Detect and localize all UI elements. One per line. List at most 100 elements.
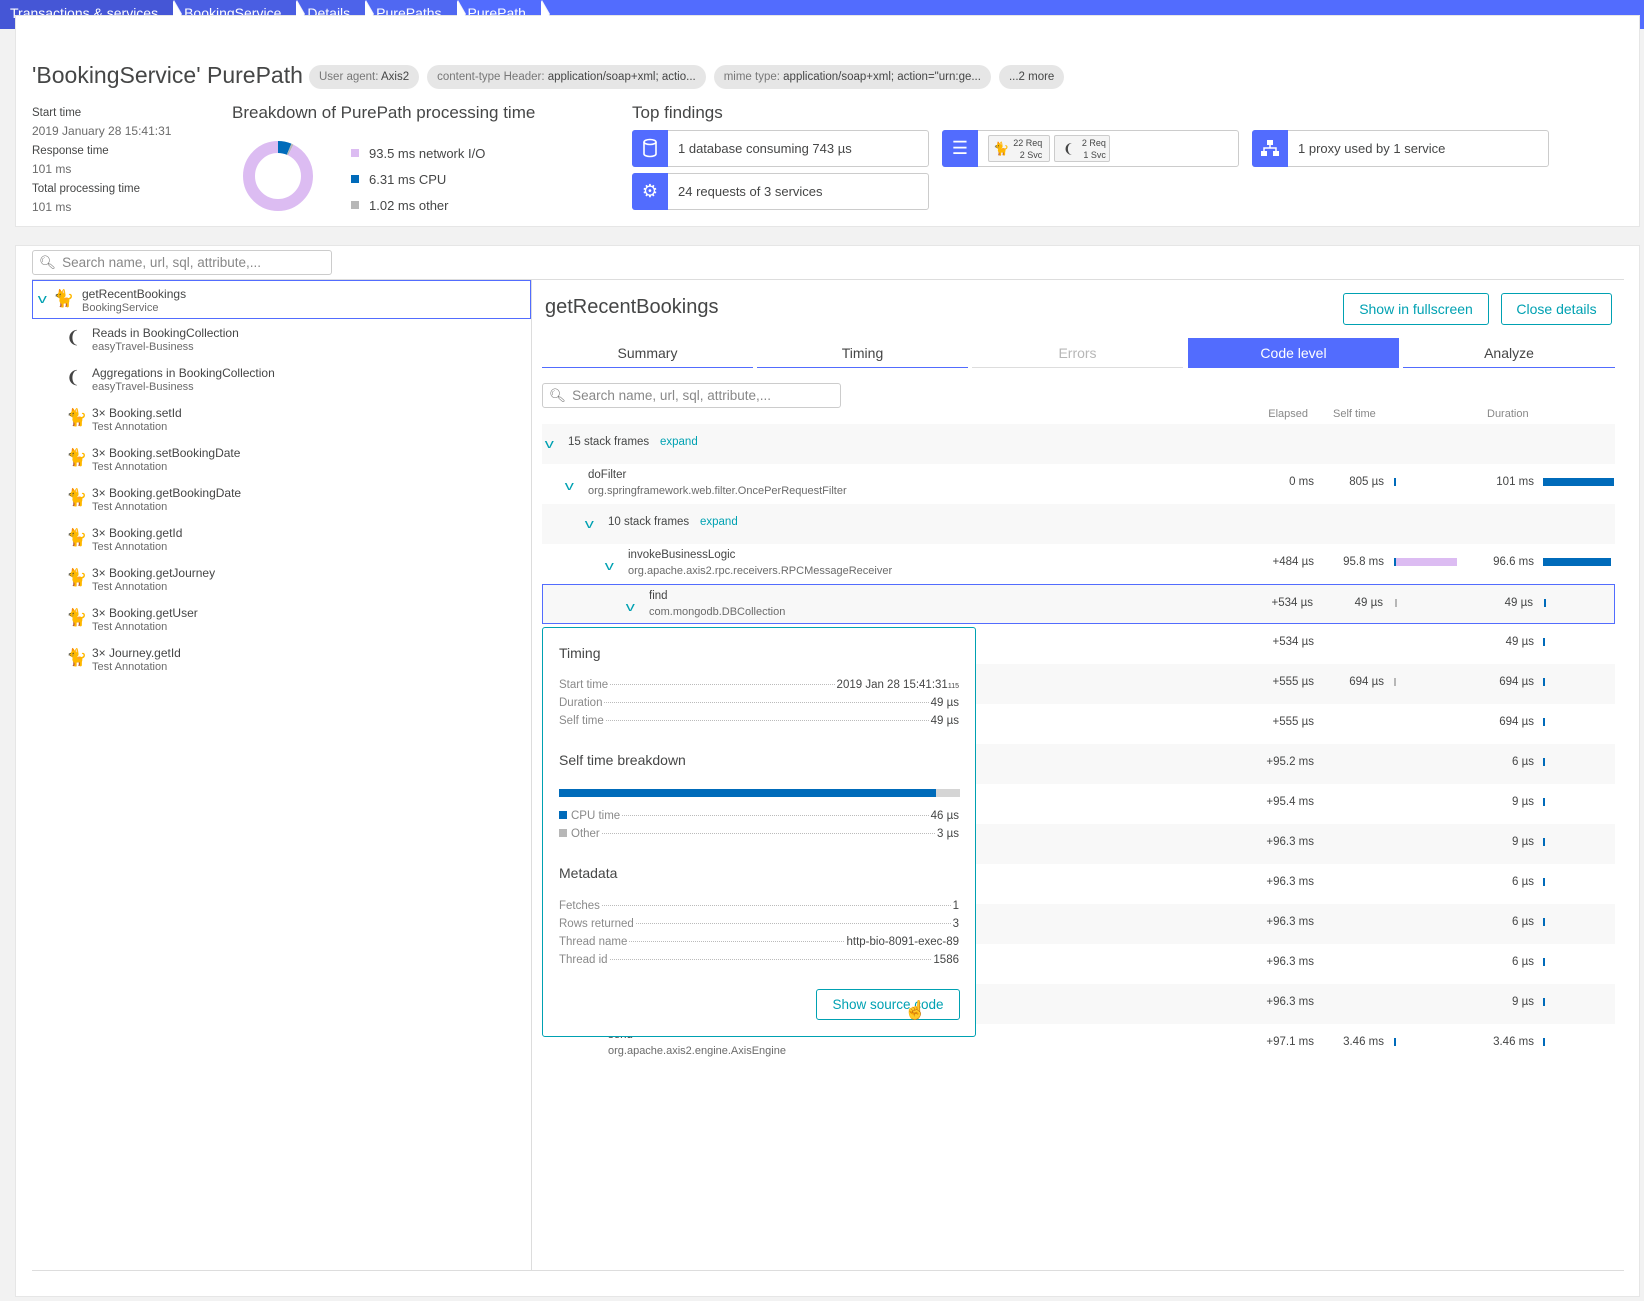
stack-frames-label: 10 stack frames (608, 516, 690, 528)
attribute-pill[interactable]: ...2 more (998, 65, 1065, 89)
duration-bar (1543, 958, 1545, 966)
tree-item[interactable]: 🐈 3× Journey.getId Test Annotation (32, 640, 531, 680)
method-name: invokeBusinessLogic (628, 549, 736, 561)
duration-value: 9 µs (1512, 796, 1534, 808)
kv-key: Duration (559, 697, 603, 709)
kv-value: 1586 (933, 954, 959, 966)
response-time-label: Response time (32, 145, 109, 157)
finding-database[interactable]: 1 database consuming 743 µs (632, 129, 929, 167)
tab-analyze[interactable]: Analyze (1403, 338, 1615, 368)
expand-link[interactable]: expand (660, 436, 698, 448)
pill-value: Axis2 (381, 71, 410, 83)
tree-item-name: getRecentBookings (82, 287, 187, 301)
tree-item[interactable]: 🐈 3× Booking.getBookingDate Test Annotatio… (32, 480, 531, 520)
duration-value: 9 µs (1512, 836, 1534, 848)
duration-value: 694 µs (1499, 676, 1534, 688)
elapsed-value: +484 µs (1272, 556, 1314, 568)
metadata-title: Metadata (559, 865, 618, 881)
mongodb-icon: ❨ (66, 328, 81, 347)
total-time-label: Total processing time (32, 183, 141, 195)
elapsed-value: +555 µs (1272, 676, 1314, 688)
duration-bar (1543, 478, 1614, 486)
tree-search-input[interactable] (62, 255, 325, 270)
tree-item[interactable]: ❨ Aggregations in BookingCollection easyTr… (32, 360, 531, 400)
svc-count: 2 Svc (1019, 149, 1043, 160)
tree-item-service: BookingService (82, 302, 159, 314)
search-icon: 🔍︎ (549, 387, 567, 403)
tab-code-level[interactable]: Code level (1188, 338, 1399, 368)
donut-slice (243, 141, 313, 211)
tree-item-name: Aggregations in BookingCollection (92, 366, 275, 380)
finding-requests[interactable]: ⚙ 24 requests of 3 services (632, 172, 929, 210)
thread-name-row: Thread name http-bio-8091-exec-89 (559, 936, 959, 952)
breakdown-legend: 93.5 ms network I/O 6.31 ms CPU 1.02 ms … (351, 140, 485, 218)
code-search-input[interactable] (572, 388, 835, 403)
column-duration[interactable]: Duration (1487, 408, 1529, 420)
total-time-value: 101 ms (32, 200, 72, 214)
code-search[interactable]: 🔍︎ (542, 383, 841, 408)
code-row[interactable]: v doFilter org.springframework.web.filter.… (542, 464, 1615, 504)
expand-link[interactable]: expand (700, 516, 738, 528)
self-time-bar (559, 789, 960, 797)
mongodb-service-badge[interactable]: ❨ 2 Req 1 Svc (1054, 135, 1110, 162)
self-time-bar (1394, 678, 1396, 686)
chevron-down-icon[interactable]: v (545, 436, 554, 451)
duration-bar (1543, 878, 1545, 886)
code-row[interactable]: v invokeBusinessLogic org.apache.axis2.rpc… (542, 544, 1615, 584)
elapsed-value: +534 µs (1272, 636, 1314, 648)
self-time-bar (1394, 1038, 1397, 1046)
duration-value: 6 µs (1512, 916, 1534, 928)
duration-bar (1543, 798, 1545, 806)
finding-database-text: 1 database consuming 743 µs (678, 141, 852, 156)
tree-item[interactable]: 🐈 3× Booking.getUser Test Annotation (32, 600, 531, 640)
panel-divider (531, 279, 532, 1271)
finding-proxy[interactable]: 1 proxy used by 1 service (1252, 129, 1549, 167)
tree-item[interactable]: v 🐈 getRecentBookings BookingService (32, 280, 531, 319)
kv-key: CPU time (571, 810, 621, 822)
code-row[interactable]: v 15 stack frames expand (542, 424, 1615, 464)
other-row: Other 3 µs (559, 828, 959, 844)
column-self-time: Self time (1333, 408, 1376, 420)
tree-search[interactable]: 🔍︎ (32, 250, 332, 275)
duration-value: 6 µs (1512, 756, 1534, 768)
tomcat-service-badge[interactable]: 🐈 22 Req 2 Svc (988, 135, 1050, 162)
tab-summary[interactable]: Summary (542, 338, 753, 368)
code-row[interactable]: v find com.mongodb.DBCollection +534 µs 49 µ… (542, 584, 1615, 624)
attribute-pill[interactable]: User agent: Axis2 (309, 65, 420, 89)
chevron-down-icon[interactable]: v (626, 599, 635, 614)
class-name: org.apache.axis2.rpc.receivers.RPCMessag… (628, 565, 893, 577)
tree-item[interactable]: ❨ Reads in BookingCollection easyTravel-Bu… (32, 320, 531, 360)
attribute-pill[interactable]: mime type: application/soap+xml; action=… (713, 65, 991, 89)
top-findings-title: Top findings (632, 103, 723, 122)
tree-item[interactable]: 🐈 3× Booking.setBookingDate Test Annotatio… (32, 440, 531, 480)
class-name: com.mongodb.DBCollection (649, 606, 786, 618)
tree-item[interactable]: 🐈 3× Booking.getId Test Annotation (32, 520, 531, 560)
pill-value: application/soap+xml; action="urn:ge... (783, 71, 981, 83)
show-fullscreen-button[interactable]: Show in fullscreen (1343, 293, 1489, 325)
attribute-pill[interactable]: content-type Header: application/soap+xm… (427, 65, 706, 89)
tree-item[interactable]: 🐈 3× Booking.setId Test Annotation (32, 400, 531, 440)
finding-service-calls[interactable]: ☰ 🐈 22 Req 2 Svc ❨ 2 Req 1 Svc (942, 129, 1239, 167)
breakdown-title: Self time breakdown (559, 752, 686, 768)
legend-label: 6.31 ms CPU (369, 171, 447, 187)
req-count: 2 Req (1081, 137, 1106, 148)
show-source-code-button[interactable]: Show source code (816, 989, 960, 1020)
kv-key: Fetches (559, 900, 600, 912)
kv-ms: 115 (947, 683, 959, 690)
hand-cursor-icon: ☝ (904, 1000, 927, 1020)
kv-key: Self time (559, 715, 604, 727)
close-details-button[interactable]: Close details (1501, 293, 1612, 325)
hierarchy-icon (1252, 129, 1288, 167)
tab-timing[interactable]: Timing (757, 338, 968, 368)
legend-cpu: 6.31 ms CPU (351, 166, 485, 192)
tree-item[interactable]: 🐈 3× Booking.getJourney Test Annotation (32, 560, 531, 600)
chevron-down-icon[interactable]: v (565, 478, 574, 493)
chevron-down-icon[interactable]: v (38, 291, 47, 306)
self-time-bar (1394, 478, 1396, 486)
code-row[interactable]: v 10 stack frames expand (542, 504, 1615, 544)
chevron-down-icon[interactable]: v (585, 516, 594, 531)
class-name: org.springframework.web.filter.OncePerRe… (588, 485, 847, 497)
legend-label: 1.02 ms other (369, 197, 449, 213)
chevron-down-icon[interactable]: v (605, 558, 614, 573)
services-icon: ⚙ (632, 172, 668, 210)
